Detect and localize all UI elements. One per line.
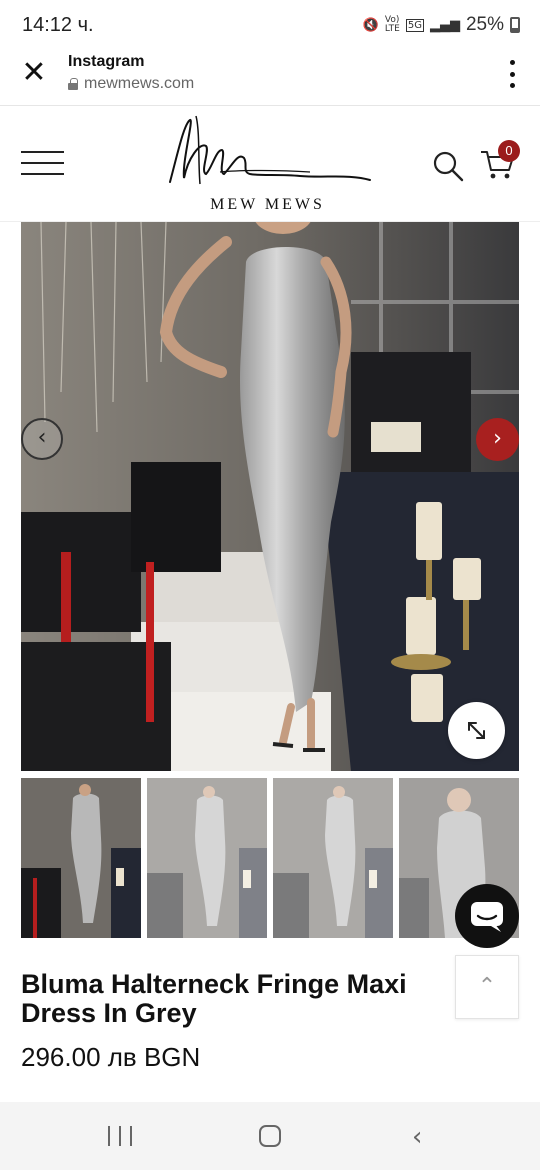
thumbnail-strip [21,778,519,938]
hamburger-icon[interactable] [21,151,64,177]
browser-title: Instagram [68,53,145,70]
status-time: 14:12 ч. [22,14,94,36]
thumbnail-2[interactable] [147,778,267,938]
cart-count-badge: 0 [498,140,520,162]
thumbnail-1[interactable] [21,778,141,938]
signal-icon: ▂▄▆ [429,17,460,33]
product-title: Bluma Halterneck Fringe Maxi Dress In Gr… [21,969,407,1028]
logo-script [169,115,371,185]
status-bar: 14:12 ч. 🔇 Vo) LTE 5G ▂▄▆ 25% [0,0,540,50]
chevron-right-icon[interactable]: › [476,418,519,461]
battery-text: 25% [465,14,504,35]
thumbnail-image [21,778,141,938]
lock-icon [68,78,78,90]
product-photo [21,222,519,771]
recent-apps-icon[interactable] [108,1126,132,1146]
back-icon[interactable]: ‹ [412,1122,422,1152]
battery-icon [510,17,520,33]
browser-toolbar: ✕ Instagram mewmews.com [0,50,540,106]
home-icon[interactable] [259,1125,281,1147]
logo-text: MEW MEWS [210,196,325,213]
url-text: mewmews.com [84,75,195,92]
chevron-up-icon[interactable]: ⌃ [455,955,519,1019]
more-vert-icon[interactable] [508,60,516,88]
close-icon[interactable]: ✕ [20,58,48,88]
mute-icon: 🔇 [362,17,379,33]
site-header: MEW MEWS [0,106,540,222]
browser-url: mewmews.com [68,75,194,93]
product-main-image[interactable] [21,222,519,771]
system-nav-bar: ‹ [0,1102,540,1170]
expand-glyph [468,722,485,739]
product-price: 296.00 лв BGN [21,1042,201,1072]
volte-icon: Vo) LTE [384,15,400,34]
chat-glyph [471,902,503,932]
status-icons: 🔇 Vo) LTE 5G ▂▄▆ 25% [363,14,520,36]
chevron-left-icon[interactable]: ‹ [21,418,63,460]
chat-icon[interactable] [455,884,519,948]
thumbnail-image [273,778,393,938]
site-logo[interactable]: MEW MEWS [160,112,375,216]
network-label: 5G [405,18,424,32]
thumbnail-image [147,778,267,938]
expand-icon[interactable] [448,702,505,759]
search-icon[interactable] [432,150,464,182]
thumbnail-3[interactable] [273,778,393,938]
